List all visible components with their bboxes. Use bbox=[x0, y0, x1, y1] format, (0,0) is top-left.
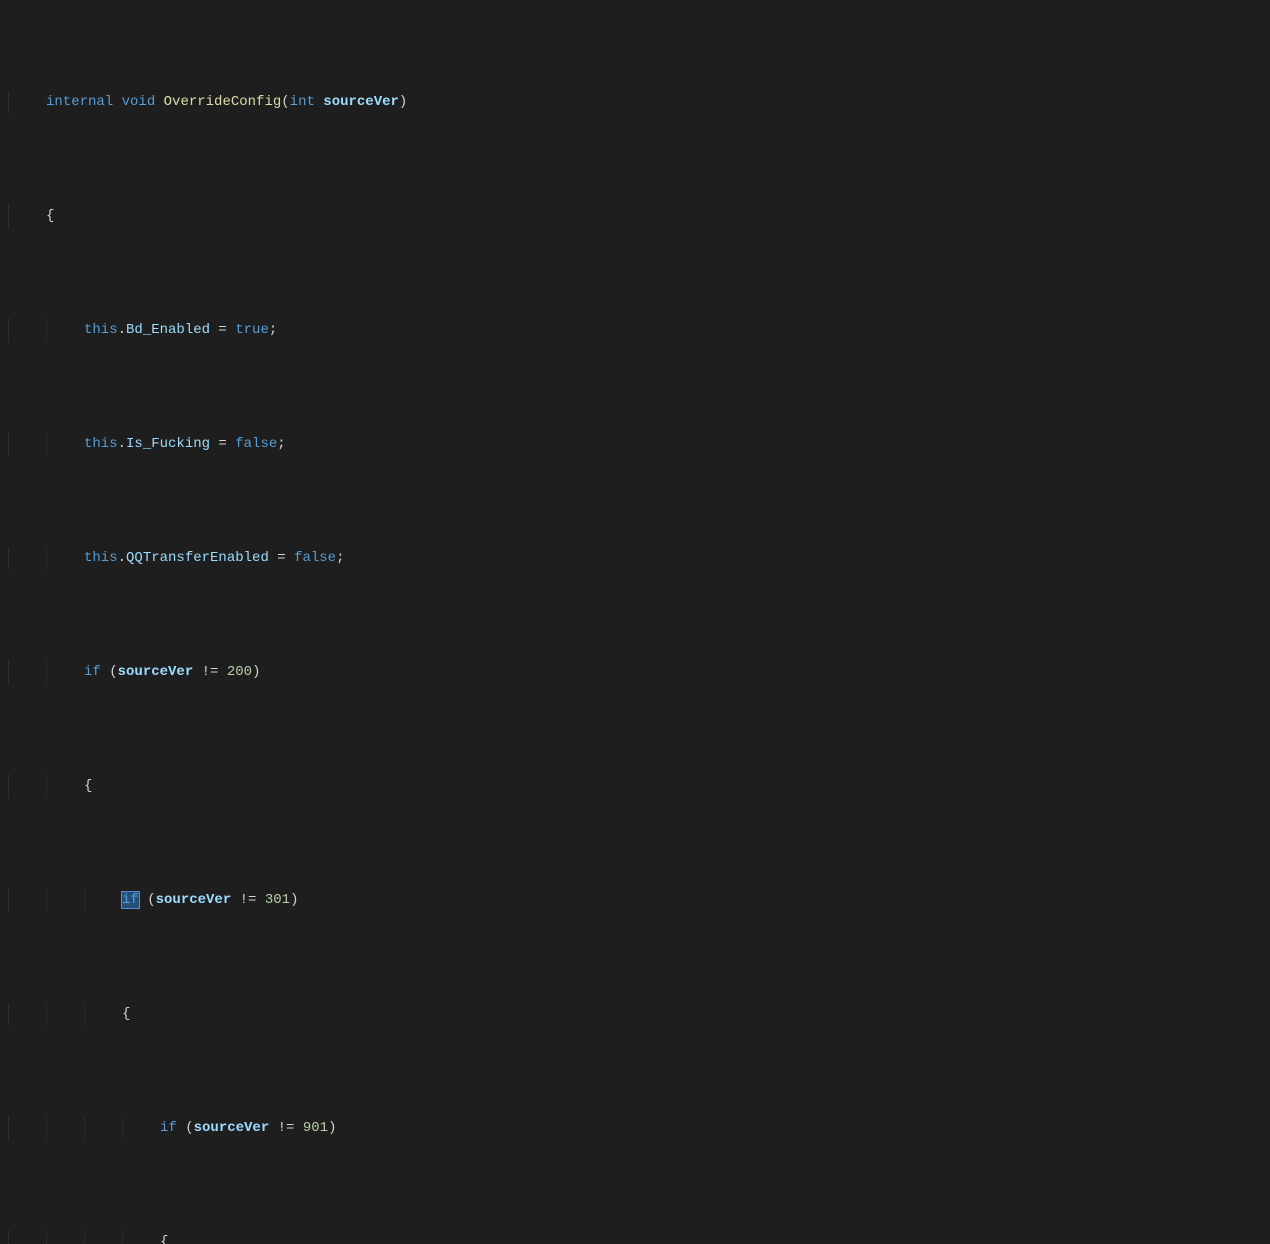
literal-number: 200 bbox=[227, 664, 252, 680]
brace: { bbox=[46, 208, 54, 224]
code-line[interactable]: if (sourceVer != 901) bbox=[8, 1117, 1270, 1140]
gutter bbox=[0, 0, 8, 622]
keyword-if: if bbox=[84, 664, 101, 680]
literal-bool: true bbox=[235, 322, 269, 338]
property: Bd_Enabled bbox=[126, 322, 210, 338]
code-line[interactable]: { bbox=[8, 1231, 1270, 1244]
param-type: int bbox=[290, 94, 315, 110]
code-area[interactable]: internal void OverrideConfig(int sourceV… bbox=[8, 0, 1270, 622]
variable: sourceVer bbox=[118, 664, 194, 680]
keyword-this: this bbox=[84, 322, 118, 338]
code-line[interactable]: { bbox=[8, 1003, 1270, 1026]
method-name: OverrideConfig bbox=[164, 94, 282, 110]
code-line[interactable]: if (sourceVer != 200) bbox=[8, 661, 1270, 684]
code-line[interactable]: this.QQTransferEnabled = false; bbox=[8, 547, 1270, 570]
code-line[interactable]: this.Bd_Enabled = true; bbox=[8, 319, 1270, 342]
code-line[interactable]: internal void OverrideConfig(int sourceV… bbox=[8, 91, 1270, 114]
keyword-access: internal bbox=[46, 94, 113, 110]
param-name: sourceVer bbox=[323, 94, 399, 110]
code-line[interactable]: if (sourceVer != 301) bbox=[8, 889, 1270, 912]
code-line[interactable]: { bbox=[8, 205, 1270, 228]
keyword-if-selected: if bbox=[122, 892, 139, 908]
keyword-void: void bbox=[122, 94, 156, 110]
code-line[interactable]: this.Is_Fucking = false; bbox=[8, 433, 1270, 456]
code-line[interactable]: { bbox=[8, 775, 1270, 798]
code-editor[interactable]: internal void OverrideConfig(int sourceV… bbox=[0, 0, 1270, 622]
